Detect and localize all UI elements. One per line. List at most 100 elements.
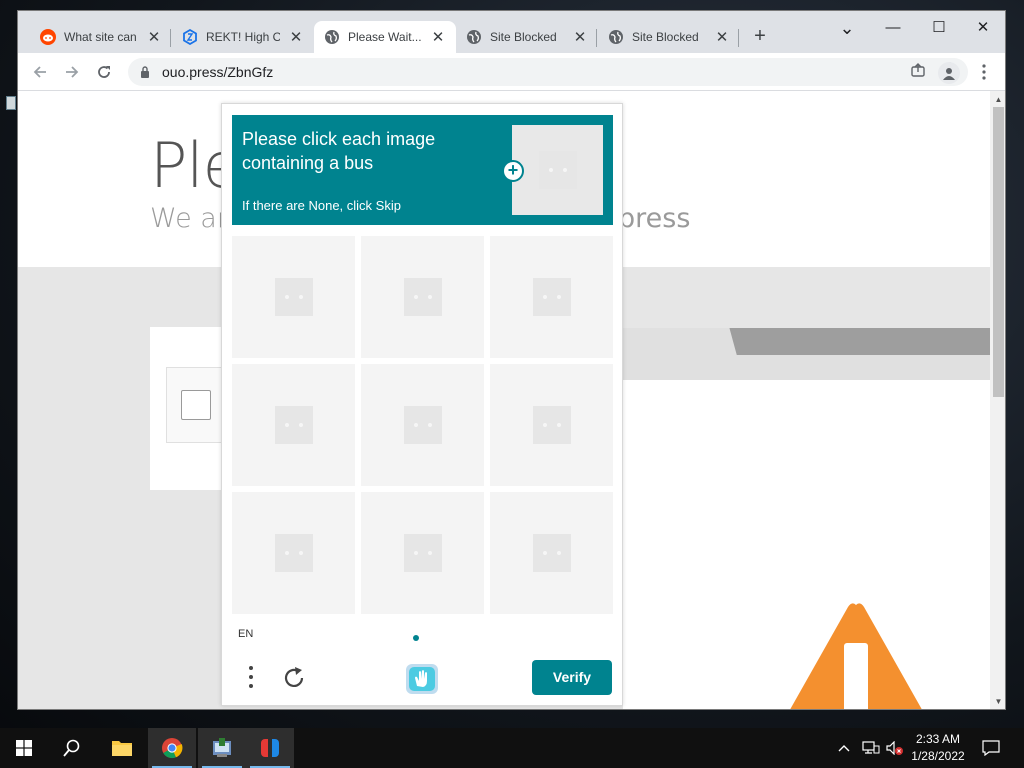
image-placeholder-icon (274, 278, 313, 316)
tab-divider (596, 29, 597, 47)
tab-please-wait[interactable]: Please Wait... ✕ (314, 21, 456, 53)
forward-arrow-icon[interactable] (60, 60, 84, 84)
warning-icon (790, 603, 922, 709)
taskbar-app-installer[interactable] (198, 728, 246, 768)
tab-divider (170, 29, 171, 47)
globe-icon (466, 29, 482, 45)
scroll-thumb[interactable] (993, 107, 1004, 397)
browser-menu-icon[interactable] (978, 61, 990, 83)
taskbar: 2:33 AM 1/28/2022 (0, 728, 1024, 768)
verify-button[interactable]: Verify (532, 660, 612, 695)
chrome-icon (162, 738, 183, 759)
tab-rekt[interactable]: REKT! High Oc ✕ (172, 21, 314, 53)
close-tab-icon[interactable]: ✕ (146, 28, 162, 46)
profile-avatar-icon[interactable] (938, 62, 960, 84)
browser-toolbar: ouo.press/ZbnGfz (18, 53, 1005, 91)
captcha-image-tile[interactable] (490, 492, 613, 614)
tab-site-blocked-2[interactable]: Site Blocked ✕ (598, 21, 740, 53)
captcha-challenge: Please click each image containing a bus… (221, 103, 623, 706)
image-placeholder-icon (403, 406, 442, 444)
taskbar-switch-app[interactable] (246, 728, 294, 768)
refresh-icon[interactable] (281, 665, 307, 691)
tab-site-blocked-1[interactable]: Site Blocked ✕ (456, 21, 598, 53)
clock-date: 1/28/2022 (911, 749, 965, 763)
taskbar-file-explorer[interactable] (98, 728, 146, 768)
page-subtitle: We ar (150, 203, 228, 234)
tray-overflow-button[interactable] (838, 728, 850, 768)
network-icon (862, 741, 880, 754)
notification-icon (982, 740, 1000, 756)
maximize-button[interactable]: ☐ (916, 15, 962, 45)
scroll-down-arrow-icon[interactable]: ▼ (990, 695, 1005, 709)
clock-time: 2:33 AM (915, 732, 961, 746)
captcha-prompt-text: Please click each image containing a bus (242, 129, 436, 173)
captcha-prompt: Please click each image containing a bus… (232, 115, 613, 225)
tab-title: REKT! High Oc (206, 30, 280, 44)
tab-search-button[interactable]: ⌄ (824, 15, 870, 45)
tab-title: Site Blocked (490, 30, 557, 44)
captcha-image-tile[interactable] (490, 364, 613, 486)
reload-icon[interactable] (92, 60, 116, 84)
captcha-prompt-hint: If there are None, click Skip (242, 198, 401, 213)
tab-divider (738, 29, 739, 47)
expand-example-icon[interactable]: + (502, 160, 524, 182)
image-placeholder-icon (532, 278, 571, 316)
volume-muted-icon (886, 741, 903, 755)
captcha-checkbox[interactable] (181, 390, 211, 420)
captcha-image-tile[interactable] (361, 236, 484, 358)
image-placeholder-icon (403, 534, 442, 572)
close-tab-icon[interactable]: ✕ (430, 28, 446, 46)
captcha-image-tile[interactable] (490, 236, 613, 358)
volume-button[interactable] (886, 728, 904, 768)
desktop-file-icon[interactable] (6, 96, 16, 110)
vertical-scrollbar[interactable]: ▲ ▼ (990, 91, 1005, 709)
hcaptcha-logo-icon (406, 664, 438, 694)
tab-reddit[interactable]: What site can ✕ (30, 21, 172, 53)
image-placeholder-icon (538, 151, 577, 189)
close-tab-icon[interactable]: ✕ (714, 28, 730, 46)
globe-icon (608, 29, 624, 45)
image-placeholder-icon (532, 406, 571, 444)
globe-icon (324, 29, 340, 45)
search-button[interactable] (48, 728, 96, 768)
scroll-up-arrow-icon[interactable]: ▲ (990, 93, 1005, 107)
switch-app-icon (261, 739, 279, 757)
captcha-image-tile[interactable] (232, 492, 355, 614)
taskbar-clock[interactable]: 2:33 AM 1/28/2022 (906, 731, 970, 765)
back-arrow-icon[interactable] (28, 60, 52, 84)
tab-title: Please Wait... (348, 30, 422, 44)
captcha-image-tile[interactable] (232, 236, 355, 358)
close-window-button[interactable]: ✕ (960, 15, 1005, 45)
notifications-button[interactable] (982, 728, 1000, 768)
captcha-image-tile[interactable] (361, 364, 484, 486)
share-icon[interactable] (910, 62, 926, 78)
minimize-button[interactable]: — (870, 15, 916, 45)
image-placeholder-icon (403, 278, 442, 316)
url-text[interactable]: ouo.press/ZbnGfz (162, 64, 273, 80)
search-icon (63, 739, 80, 757)
tab-title: What site can (64, 30, 137, 44)
start-button[interactable] (0, 728, 48, 768)
captcha-image-tile[interactable] (361, 492, 484, 614)
example-image[interactable] (512, 125, 603, 215)
close-tab-icon[interactable]: ✕ (288, 28, 304, 46)
captcha-menu-icon[interactable] (240, 664, 256, 690)
hexagon-icon (182, 29, 198, 45)
new-tab-button[interactable]: + (748, 25, 772, 49)
folder-icon (112, 741, 132, 756)
image-placeholder-icon (532, 534, 571, 572)
language-selector[interactable]: EN (238, 628, 253, 640)
image-placeholder-icon (274, 534, 313, 572)
tab-strip: What site can ✕ REKT! High Oc ✕ Please W… (18, 11, 1005, 53)
page-subtitle-end: press (618, 203, 691, 234)
image-placeholder-icon (274, 406, 313, 444)
reddit-icon (40, 29, 56, 45)
installer-icon (213, 738, 231, 757)
close-tab-icon[interactable]: ✕ (572, 28, 588, 46)
page-indicator-dot (413, 635, 419, 641)
captcha-image-tile[interactable] (232, 364, 355, 486)
network-button[interactable] (862, 728, 880, 768)
taskbar-chrome[interactable] (148, 728, 196, 768)
address-bar[interactable]: ouo.press/ZbnGfz (128, 58, 968, 86)
lock-icon[interactable] (138, 65, 152, 79)
